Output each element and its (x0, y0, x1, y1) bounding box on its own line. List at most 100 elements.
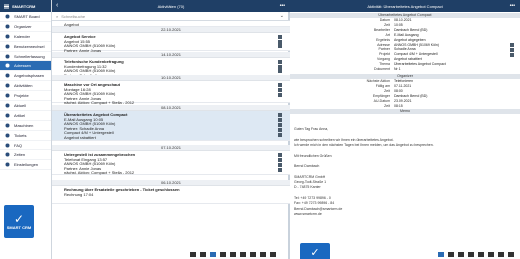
toolbar-icon[interactable] (260, 251, 266, 257)
row-action-icon[interactable] (278, 158, 282, 162)
sidebar-item-label: Artikel (14, 112, 26, 118)
sidebar-item[interactable]: Projekte (0, 91, 51, 102)
sidebar-item-label: Aktivitäten (14, 83, 33, 89)
field-value: 08:15 (394, 103, 403, 108)
sidebar-item[interactable]: Aktuell (0, 101, 51, 111)
toolbar-icon[interactable] (448, 251, 454, 257)
back-arrow-icon[interactable]: ‹ (56, 0, 58, 12)
toolbar-icon[interactable] (200, 251, 206, 257)
toolbar-icon[interactable] (240, 251, 246, 257)
sidebar-item[interactable]: Einstellungen (0, 160, 51, 171)
row-action-icon[interactable] (278, 69, 282, 73)
list-item[interactable]: Maschine vor Ort angeschaut Montage 16:28… (52, 81, 290, 105)
search-box[interactable]: ⌕ Schnellsuche ⌄ (52, 12, 290, 21)
menu-icon[interactable] (4, 4, 9, 9)
toolbar-icon[interactable] (190, 251, 196, 257)
toolbar-icon[interactable] (230, 251, 236, 257)
row-action-icon[interactable] (278, 123, 282, 127)
sidebar-item[interactable]: Organizer (0, 22, 51, 32)
toolbar-icon[interactable] (498, 251, 504, 257)
row-action-icon[interactable] (278, 153, 282, 157)
sidebar-item[interactable]: Angebotsphasen (0, 71, 51, 82)
toolbar-icon[interactable] (210, 251, 216, 257)
row-action-icon[interactable] (278, 60, 282, 64)
news-icon (5, 103, 10, 108)
projects-icon (5, 93, 10, 98)
toolbar-icon[interactable] (458, 251, 464, 257)
list-item[interactable]: Überarbeitetes Angebot Compact E-Mail Aus… (52, 111, 290, 141)
row-action-icon[interactable] (278, 93, 282, 97)
list-item[interactable]: Rechnung über Ersatzteile geschrieben - … (52, 186, 290, 204)
phases-icon (5, 73, 10, 78)
row-action-icon[interactable] (278, 118, 282, 122)
memo-line: wie besprochen schreiben wir Ihnen ein ü… (294, 137, 394, 142)
row-action-icon[interactable] (278, 39, 282, 44)
sidebar-item[interactable]: Artikel (0, 111, 51, 121)
gear-icon (5, 162, 10, 167)
row-action-icon[interactable] (278, 113, 282, 117)
field-action-icon[interactable] (510, 43, 514, 47)
sidebar-item[interactable]: Kalender (0, 32, 51, 42)
time-icon (5, 152, 10, 157)
smartcrm-logo: ✓ SMART CRM (4, 205, 34, 238)
field-label: Dokument (374, 67, 390, 71)
sidebar-item[interactable]: Aktivitäten (0, 81, 51, 92)
field-action-icon[interactable] (510, 47, 514, 52)
row-action-icon[interactable] (278, 163, 282, 167)
chevron-down-icon[interactable]: ⌄ (280, 12, 284, 21)
sidebar-item-label: Adressen (14, 63, 31, 69)
more-icon[interactable]: ••• (280, 0, 285, 12)
sidebar-item-label: Organizer (14, 23, 32, 29)
sidebar-item[interactable]: Benutzerwechsel (0, 42, 51, 52)
user-switch-icon (5, 44, 10, 49)
toolbar-icon[interactable] (438, 251, 444, 257)
search-input[interactable]: Schnellsuche (61, 14, 85, 19)
toolbar-icon[interactable] (478, 251, 484, 257)
toolbar-icon[interactable] (488, 251, 494, 257)
sidebar-item[interactable]: Adressen (0, 61, 51, 72)
sidebar-item[interactable]: SMART Board (0, 12, 51, 22)
row-action-icon[interactable] (278, 168, 282, 172)
memo-line: Tel: +49 7273 99896 - 0 (294, 195, 331, 200)
sidebar-item[interactable]: Zeiten (0, 150, 51, 161)
row-action-icon[interactable] (278, 88, 282, 92)
list-title: Aktivitäten (70) (157, 3, 185, 9)
sidebar-item[interactable]: Maschinen (0, 121, 51, 131)
toolbar-icon[interactable] (468, 251, 474, 257)
sidebar: SMARTCRM SMART Board Organizer Kalender Ben… (0, 0, 52, 259)
search-icon: ⌕ (56, 13, 59, 19)
sidebar-item-label: Tickets (14, 132, 27, 138)
toolbar-icon[interactable] (220, 251, 226, 257)
clock-icon (5, 34, 10, 39)
sidebar-item[interactable]: Tickets (0, 131, 51, 141)
row-action-icon[interactable] (278, 44, 282, 48)
sidebar-item-label: Zeiten (14, 152, 26, 158)
row-action-icon[interactable] (278, 83, 282, 87)
row-action-icon[interactable] (278, 35, 282, 39)
sidebar-item[interactable]: Schnellerfassung (0, 52, 51, 62)
memo-line: SMARTCRM GmbH (294, 174, 326, 179)
sidebar-item[interactable]: FAQ (0, 141, 51, 151)
sidebar-item-label: Aktuell (14, 102, 27, 108)
list-item[interactable]: Untergestell ist zusammengebrochen Telefo… (52, 151, 290, 175)
address-book-icon (5, 63, 10, 68)
sidebar-item-label: Projekte (14, 93, 29, 99)
detail-header-bar: Aktivität: Überarbeitetes Angebot Compac… (290, 0, 520, 12)
field-action-icon[interactable] (510, 52, 514, 57)
row-action-icon[interactable] (278, 64, 282, 69)
toolbar-icon[interactable] (508, 251, 514, 257)
list-item[interactable]: Telefonische Kundenbefragung Kundenbefrag… (52, 58, 290, 78)
toolbar-icon[interactable] (270, 251, 276, 257)
list-item[interactable]: Angebot Service Angebot 15:55 ANNOS GMBH (… (52, 33, 290, 53)
detail-more-icon[interactable]: ••• (510, 0, 515, 12)
sidebar-item-label: SMART Board (14, 13, 40, 19)
pencil-icon (5, 54, 10, 59)
organizer-field: Zeit 08:15 (290, 104, 520, 109)
toolbar-icon[interactable] (250, 251, 256, 257)
detail-field: Dokument Nr 1 (290, 67, 520, 72)
row-action-icon[interactable] (278, 133, 282, 137)
faq-icon (5, 143, 10, 148)
field-value: Nr 1 (394, 67, 401, 71)
sidebar-item-label: Einstellungen (14, 162, 39, 168)
row-action-icon[interactable] (278, 128, 282, 132)
